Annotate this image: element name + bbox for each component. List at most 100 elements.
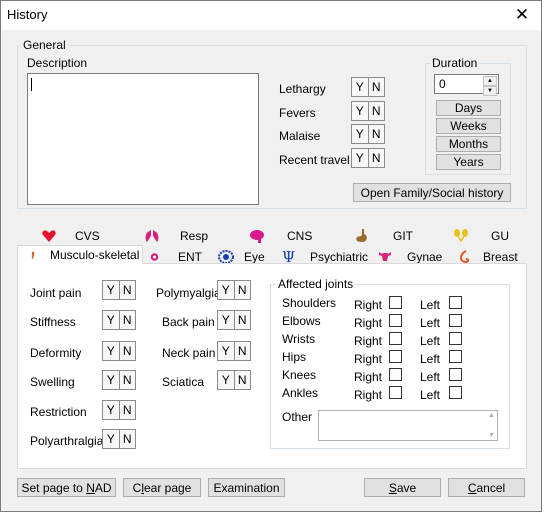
- ankles-left-checkbox[interactable]: [449, 386, 462, 399]
- swelling-yn-toggle[interactable]: Y N: [102, 370, 136, 390]
- yes-button[interactable]: Y: [218, 342, 235, 360]
- lethargy-yn-toggle[interactable]: Y N: [351, 77, 385, 97]
- set-page-to-nad-button[interactable]: Set page to N AD: [17, 478, 116, 497]
- kidney-icon: [454, 228, 468, 242]
- restriction-label: Restriction: [30, 405, 87, 419]
- yes-button[interactable]: Y: [352, 125, 369, 143]
- shoulders-left-checkbox[interactable]: [449, 296, 462, 309]
- sciatica-yn-toggle[interactable]: Y N: [217, 370, 251, 390]
- no-button[interactable]: N: [120, 401, 136, 419]
- scroll-up-icon[interactable]: ▲: [488, 412, 495, 419]
- hips-right-label: Right: [354, 352, 383, 366]
- history-window: History ✕ General Description Lethargy Y…: [0, 0, 542, 512]
- joint-ankles-label: Ankles: [282, 386, 319, 400]
- no-button[interactable]: N: [120, 371, 136, 389]
- save-button[interactable]: Save: [364, 478, 441, 497]
- spinner-buttons[interactable]: ▲ ▼: [483, 76, 497, 96]
- examination-button[interactable]: Examination: [208, 478, 285, 497]
- deformity-yn-toggle[interactable]: Y N: [102, 341, 136, 361]
- close-icon[interactable]: ✕: [509, 3, 535, 27]
- days-button[interactable]: Days: [436, 100, 501, 116]
- recent-travel-yn-toggle[interactable]: Y N: [351, 148, 385, 168]
- yes-button[interactable]: Y: [218, 371, 235, 389]
- tab-gu[interactable]: GU: [453, 226, 509, 245]
- stiffness-yn-toggle[interactable]: Y N: [102, 310, 136, 330]
- no-button[interactable]: N: [120, 281, 136, 299]
- tab-cns[interactable]: CNS: [249, 226, 312, 245]
- wrists-left-label: Left: [420, 334, 441, 348]
- shoulders-left-label: Left: [420, 298, 441, 312]
- back-pain-yn-toggle[interactable]: Y N: [217, 310, 251, 330]
- cancel-button[interactable]: Cancel: [448, 478, 525, 497]
- tab-cvs[interactable]: CVS: [41, 226, 100, 245]
- wrists-left-checkbox[interactable]: [449, 332, 462, 345]
- no-button[interactable]: N: [369, 149, 385, 167]
- spin-down-icon[interactable]: ▼: [483, 86, 497, 96]
- spin-up-icon[interactable]: ▲: [483, 76, 497, 86]
- yes-button[interactable]: Y: [352, 78, 369, 96]
- clear-page-button[interactable]: Cl ear page: [123, 478, 201, 497]
- yes-button[interactable]: Y: [103, 371, 120, 389]
- hips-right-checkbox[interactable]: [389, 350, 402, 363]
- years-button[interactable]: Years: [436, 154, 501, 170]
- no-button[interactable]: N: [369, 125, 385, 143]
- duration-spinner[interactable]: 0 ▲ ▼: [434, 74, 499, 96]
- stiffness-label: Stiffness: [30, 315, 76, 329]
- joint-hips-label: Hips: [282, 350, 307, 364]
- joint-pain-yn-toggle[interactable]: Y N: [102, 280, 136, 300]
- ankles-right-checkbox[interactable]: [389, 386, 402, 399]
- elbows-left-checkbox[interactable]: [449, 314, 462, 327]
- malaise-label: Malaise: [279, 129, 321, 143]
- tab-musculo-skeletal[interactable]: Musculo-skeletal: [17, 245, 143, 264]
- hips-left-checkbox[interactable]: [449, 350, 462, 363]
- restriction-yn-toggle[interactable]: Y N: [102, 400, 136, 420]
- polymyalgia-yn-toggle[interactable]: Y N: [217, 280, 251, 300]
- tab-eye-label: Eye: [244, 249, 265, 264]
- yes-button[interactable]: Y: [218, 311, 235, 329]
- wrists-right-checkbox[interactable]: [389, 332, 402, 345]
- tab-resp[interactable]: Resp: [144, 226, 208, 245]
- yes-button[interactable]: Y: [103, 342, 120, 360]
- no-button[interactable]: N: [369, 78, 385, 96]
- yes-button[interactable]: Y: [103, 401, 120, 419]
- no-button[interactable]: N: [120, 430, 136, 448]
- no-button[interactable]: N: [235, 342, 251, 360]
- weeks-button[interactable]: Weeks: [436, 118, 501, 134]
- fevers-yn-toggle[interactable]: Y N: [351, 101, 385, 121]
- sciatica-label: Sciatica: [162, 375, 205, 389]
- yes-button[interactable]: Y: [352, 102, 369, 120]
- shoulders-right-checkbox[interactable]: [389, 296, 402, 309]
- no-button[interactable]: N: [235, 281, 251, 299]
- tab-gynae-label: Gynae: [407, 249, 443, 264]
- no-button[interactable]: N: [120, 342, 136, 360]
- other-textarea[interactable]: ▲ ▼: [318, 410, 498, 441]
- elbows-right-checkbox[interactable]: [389, 314, 402, 327]
- neck-pain-label: Neck pain: [162, 346, 216, 360]
- yes-button[interactable]: Y: [103, 430, 120, 448]
- tab-git[interactable]: GIT: [353, 226, 413, 245]
- malaise-yn-toggle[interactable]: Y N: [351, 124, 385, 144]
- yes-button[interactable]: Y: [352, 149, 369, 167]
- no-button[interactable]: N: [235, 371, 251, 389]
- joint-wrists-label: Wrists: [282, 332, 316, 346]
- open-family-social-history-button[interactable]: Open Family/Social history: [353, 183, 511, 202]
- deformity-label: Deformity: [30, 346, 82, 360]
- knees-left-checkbox[interactable]: [449, 368, 462, 381]
- other-label: Other: [282, 410, 313, 424]
- ankles-right-label: Right: [354, 388, 383, 402]
- months-button[interactable]: Months: [436, 136, 501, 152]
- yes-button[interactable]: Y: [103, 311, 120, 329]
- no-button[interactable]: N: [235, 311, 251, 329]
- description-textarea[interactable]: [27, 73, 259, 205]
- polyarthralgia-yn-toggle[interactable]: Y N: [102, 429, 136, 449]
- knees-right-checkbox[interactable]: [389, 368, 402, 381]
- no-button[interactable]: N: [369, 102, 385, 120]
- no-button[interactable]: N: [120, 311, 136, 329]
- knees-left-label: Left: [420, 370, 441, 384]
- scroll-down-icon[interactable]: ▼: [488, 432, 495, 439]
- ankles-left-label: Left: [420, 388, 441, 402]
- tab-psychiatric-label: Psychiatric: [310, 249, 369, 264]
- yes-button[interactable]: Y: [218, 281, 235, 299]
- neck-pain-yn-toggle[interactable]: Y N: [217, 341, 251, 361]
- yes-button[interactable]: Y: [103, 281, 120, 299]
